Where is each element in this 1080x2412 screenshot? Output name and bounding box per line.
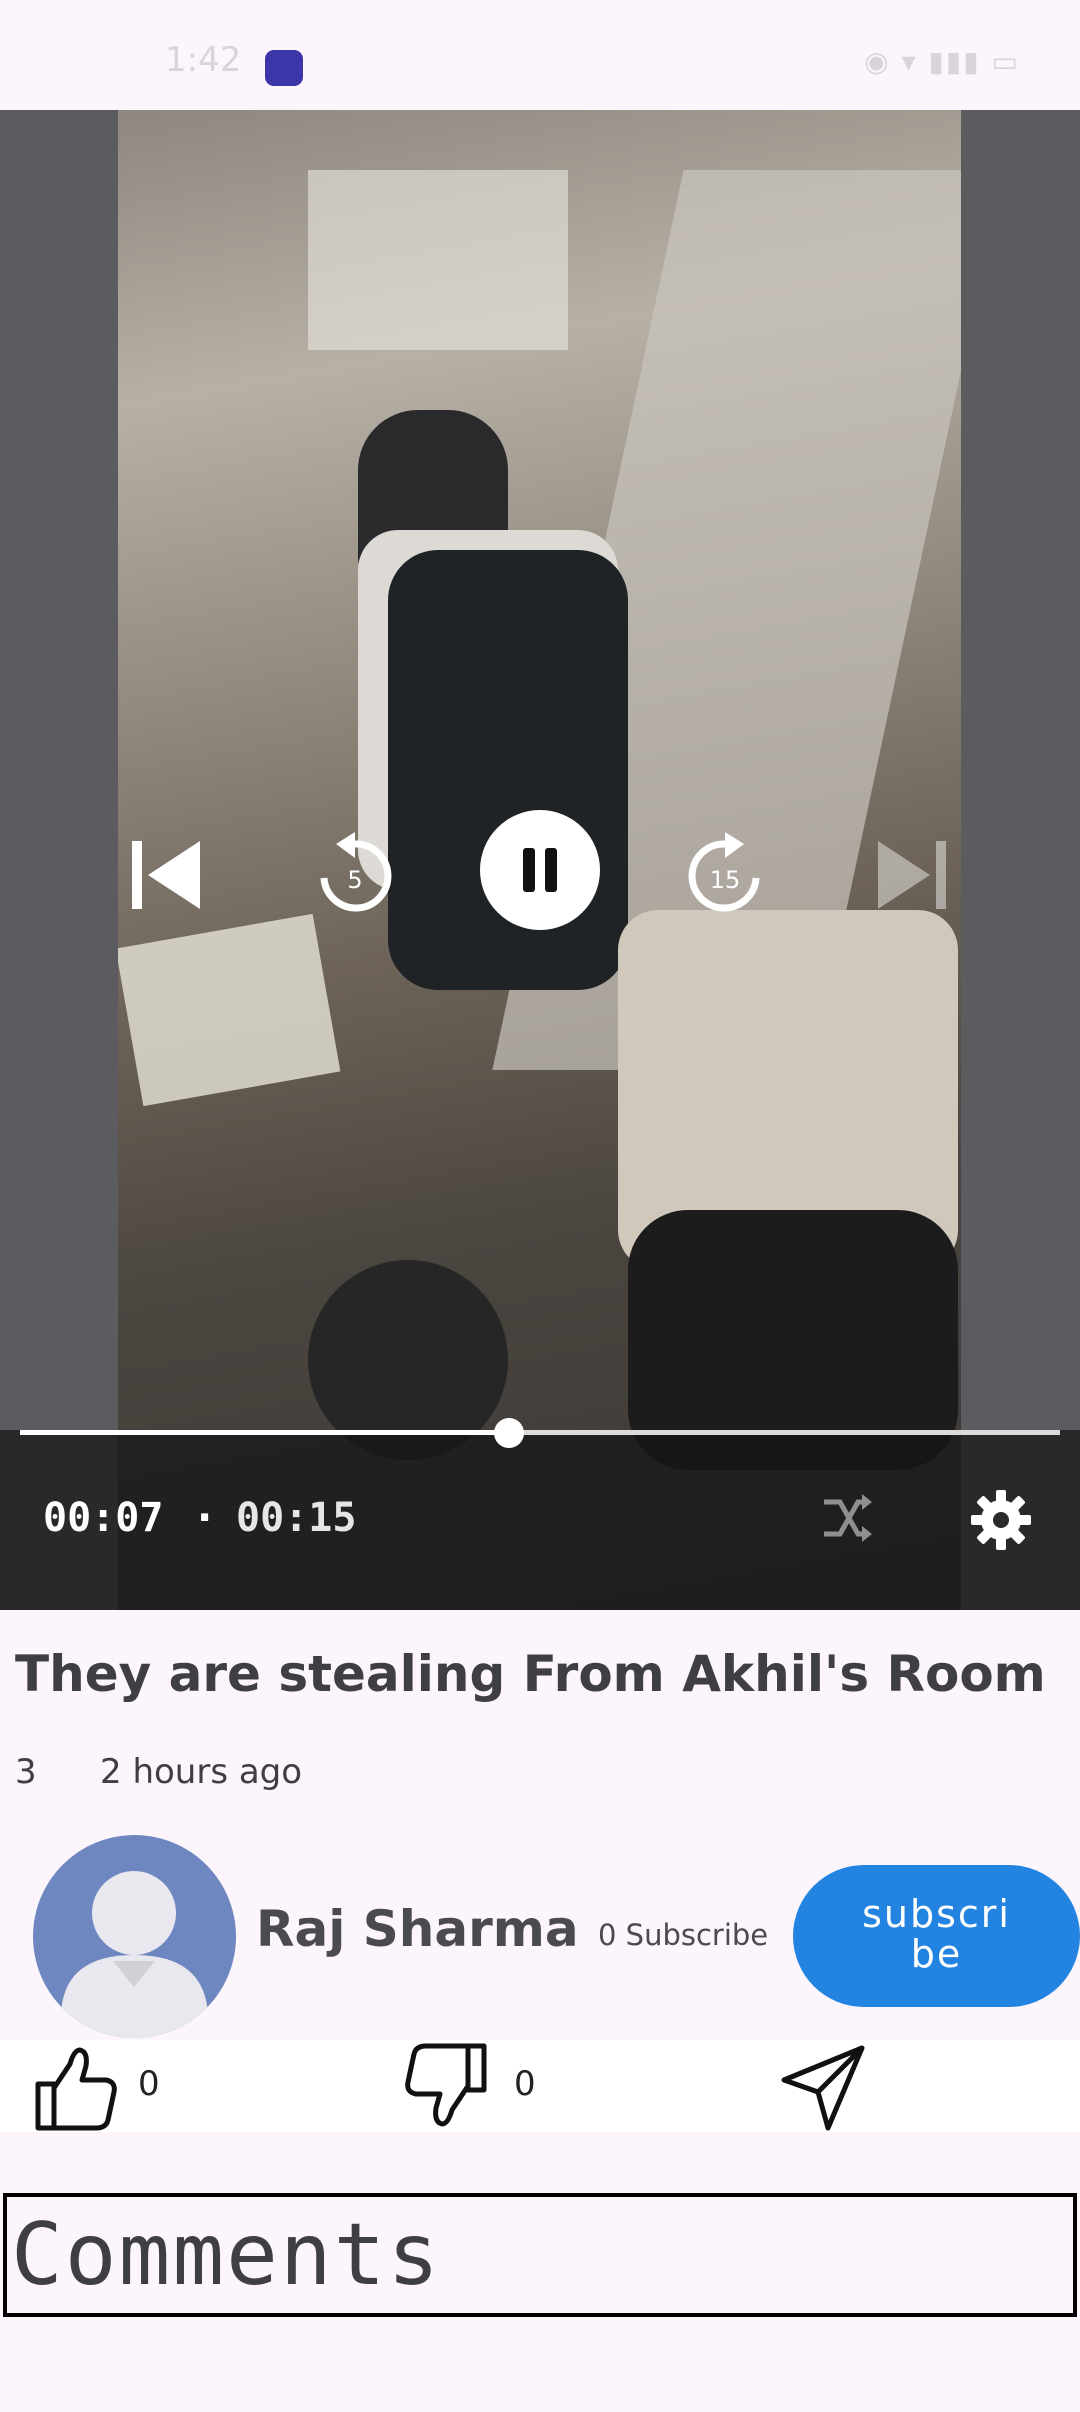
subscribe-label: subscri be	[862, 1892, 1011, 1976]
timeline-played	[20, 1430, 509, 1435]
person-icon	[61, 1871, 208, 2038]
thumbs-up-icon	[35, 2047, 117, 2131]
forward-seconds: 15	[710, 866, 741, 894]
like-count: 0	[138, 2064, 160, 2104]
previous-icon[interactable]	[126, 835, 206, 919]
view-count: 3	[15, 1752, 37, 1792]
forward-icon[interactable]: 15	[680, 830, 770, 920]
settings-gear-icon[interactable]	[968, 1487, 1034, 1557]
rewind-icon[interactable]: 5	[310, 830, 400, 920]
status-time: 1:42	[165, 40, 242, 80]
posted-time: 2 hours ago	[100, 1752, 303, 1792]
duration: 00:15	[236, 1495, 357, 1541]
status-bar: 1:42 ◉ ▾ ▮▮▮ ▭	[0, 0, 1080, 110]
subscribe-button[interactable]: subscri be	[793, 1865, 1080, 2007]
like-button[interactable]: 0	[0, 2040, 374, 2132]
rewind-seconds: 5	[347, 866, 362, 894]
next-icon[interactable]	[872, 835, 952, 919]
timeline-thumb[interactable]	[493, 1418, 524, 1448]
dislike-button[interactable]: 0	[374, 2040, 748, 2132]
playback-controls: 5 15	[0, 800, 1080, 940]
current-time: 00:07	[43, 1495, 164, 1541]
status-icons: ◉ ▾ ▮▮▮ ▭	[864, 45, 1020, 78]
send-icon	[781, 2045, 865, 2131]
video-title: They are stealing From Akhil's Room	[15, 1645, 1046, 1703]
shuffle-icon[interactable]	[818, 1490, 874, 1550]
comments-heading: Comments	[11, 2205, 442, 2305]
time-separator: ·	[197, 1495, 213, 1541]
game-controller-icon	[265, 50, 303, 86]
dislike-count: 0	[514, 2064, 536, 2104]
comments-section[interactable]: Comments	[3, 2193, 1077, 2317]
pause-icon	[523, 848, 557, 892]
share-button[interactable]	[748, 2040, 1080, 2132]
subscriber-count: 0 Subscribe	[598, 1918, 769, 1952]
thumbs-down-icon	[405, 2043, 487, 2127]
pause-button[interactable]	[480, 810, 600, 930]
channel-name[interactable]: Raj Sharma	[256, 1900, 579, 1958]
video-player[interactable]: 5 15	[0, 110, 1080, 1610]
action-bar: 0 0	[0, 2040, 1080, 2132]
channel-avatar[interactable]	[33, 1835, 236, 2038]
